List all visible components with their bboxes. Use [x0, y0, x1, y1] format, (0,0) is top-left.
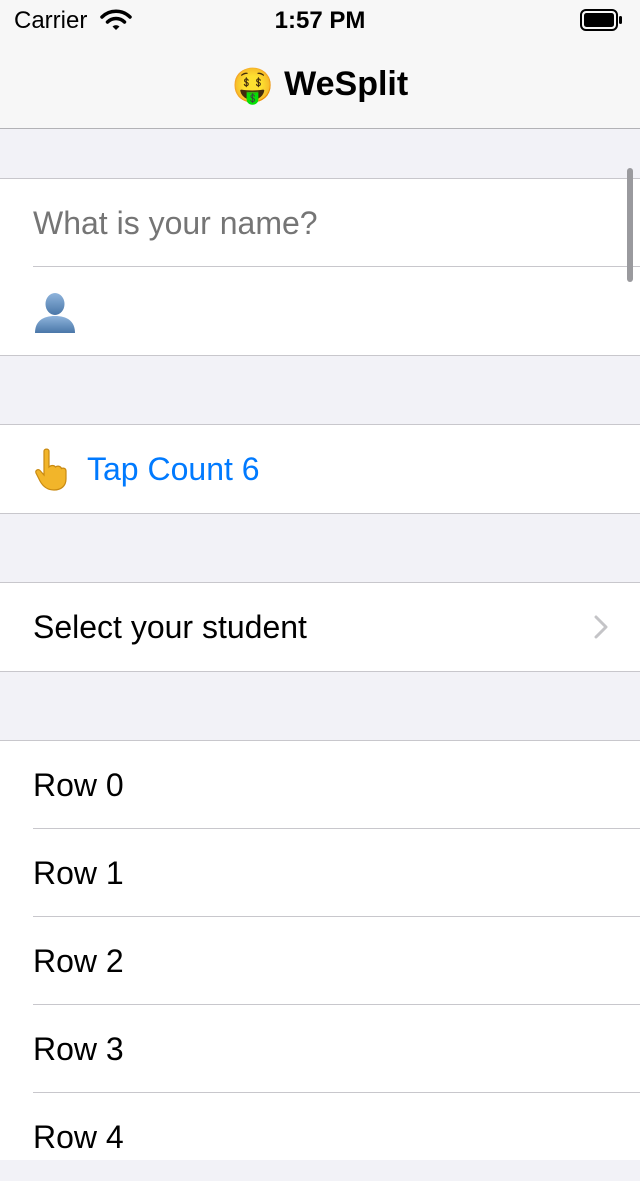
list-item[interactable]: Row 0: [0, 741, 640, 829]
list-item[interactable]: Row 1: [0, 829, 640, 917]
list-item-label: Row 3: [33, 1031, 124, 1067]
status-bar: Carrier 1:57 PM: [0, 0, 640, 40]
tap-count-label[interactable]: Tap Count 6: [87, 451, 260, 488]
avatar-row: [0, 267, 640, 355]
status-time: 1:57 PM: [274, 7, 366, 34]
list-item-label: Row 2: [33, 943, 124, 979]
nav-title-text: WeSplit: [284, 65, 409, 103]
rows-section: Row 0 Row 1 Row 2 Row 3 Row 4: [0, 740, 640, 1160]
tap-count-content[interactable]: Tap Count 6: [33, 425, 260, 513]
list-item[interactable]: Row 4: [0, 1093, 640, 1181]
nav-title: 🤑 WeSplit: [0, 64, 640, 106]
navigation-bar: 🤑 WeSplit: [0, 40, 640, 129]
picker-section: Select your student: [0, 582, 640, 672]
name-row[interactable]: [0, 179, 640, 267]
student-picker-label[interactable]: Select your student: [33, 583, 307, 671]
tap-section: Tap Count 6: [0, 424, 640, 514]
list-item[interactable]: Row 3: [0, 1005, 640, 1093]
scroll-indicator[interactable]: [627, 168, 633, 282]
battery-full-icon: [580, 9, 622, 31]
list-item-label: Row 4: [33, 1119, 124, 1155]
name-input[interactable]: [33, 179, 603, 267]
person-silhouette-icon: [35, 293, 75, 333]
student-picker-row[interactable]: Select your student: [0, 583, 640, 671]
list-item[interactable]: Row 2: [0, 917, 640, 1005]
money-mouth-face-icon: 🤑: [231, 67, 275, 105]
chevron-right-icon: [594, 615, 608, 639]
name-section: [0, 178, 640, 356]
pointing-up-hand-icon: [35, 448, 67, 491]
list-item-label: Row 1: [33, 855, 124, 891]
tap-count-button[interactable]: Tap Count 6: [0, 425, 640, 513]
list-item-label: Row 0: [33, 767, 124, 803]
